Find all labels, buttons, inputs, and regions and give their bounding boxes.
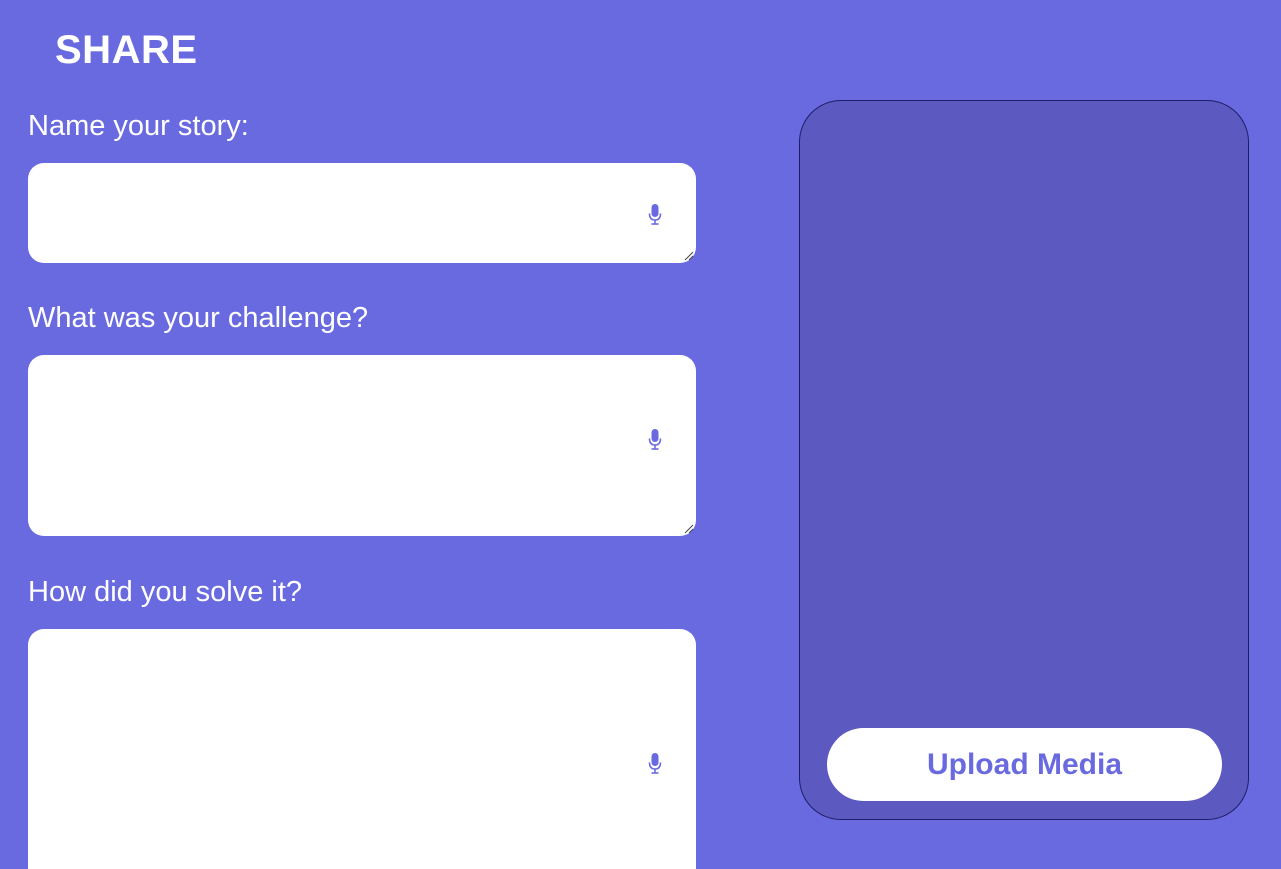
microphone-icon[interactable] [648,753,662,775]
challenge-input[interactable] [28,355,696,536]
challenge-label: What was your challenge? [28,302,369,334]
story-name-field-container [28,163,696,263]
resize-handle-icon[interactable] [684,524,694,534]
challenge-field-container [28,355,696,536]
microphone-icon[interactable] [648,204,662,226]
upload-media-button[interactable]: Upload Media [827,728,1222,801]
resize-handle-icon[interactable] [684,251,694,261]
solution-field-container [28,629,696,869]
story-name-input[interactable] [28,163,696,263]
solution-label: How did you solve it? [28,576,303,608]
media-preview-panel: Upload Media [799,100,1249,820]
solution-input[interactable] [28,629,696,869]
microphone-icon[interactable] [648,429,662,451]
story-name-label: Name your story: [28,110,249,142]
page-title: SHARE [55,28,198,72]
